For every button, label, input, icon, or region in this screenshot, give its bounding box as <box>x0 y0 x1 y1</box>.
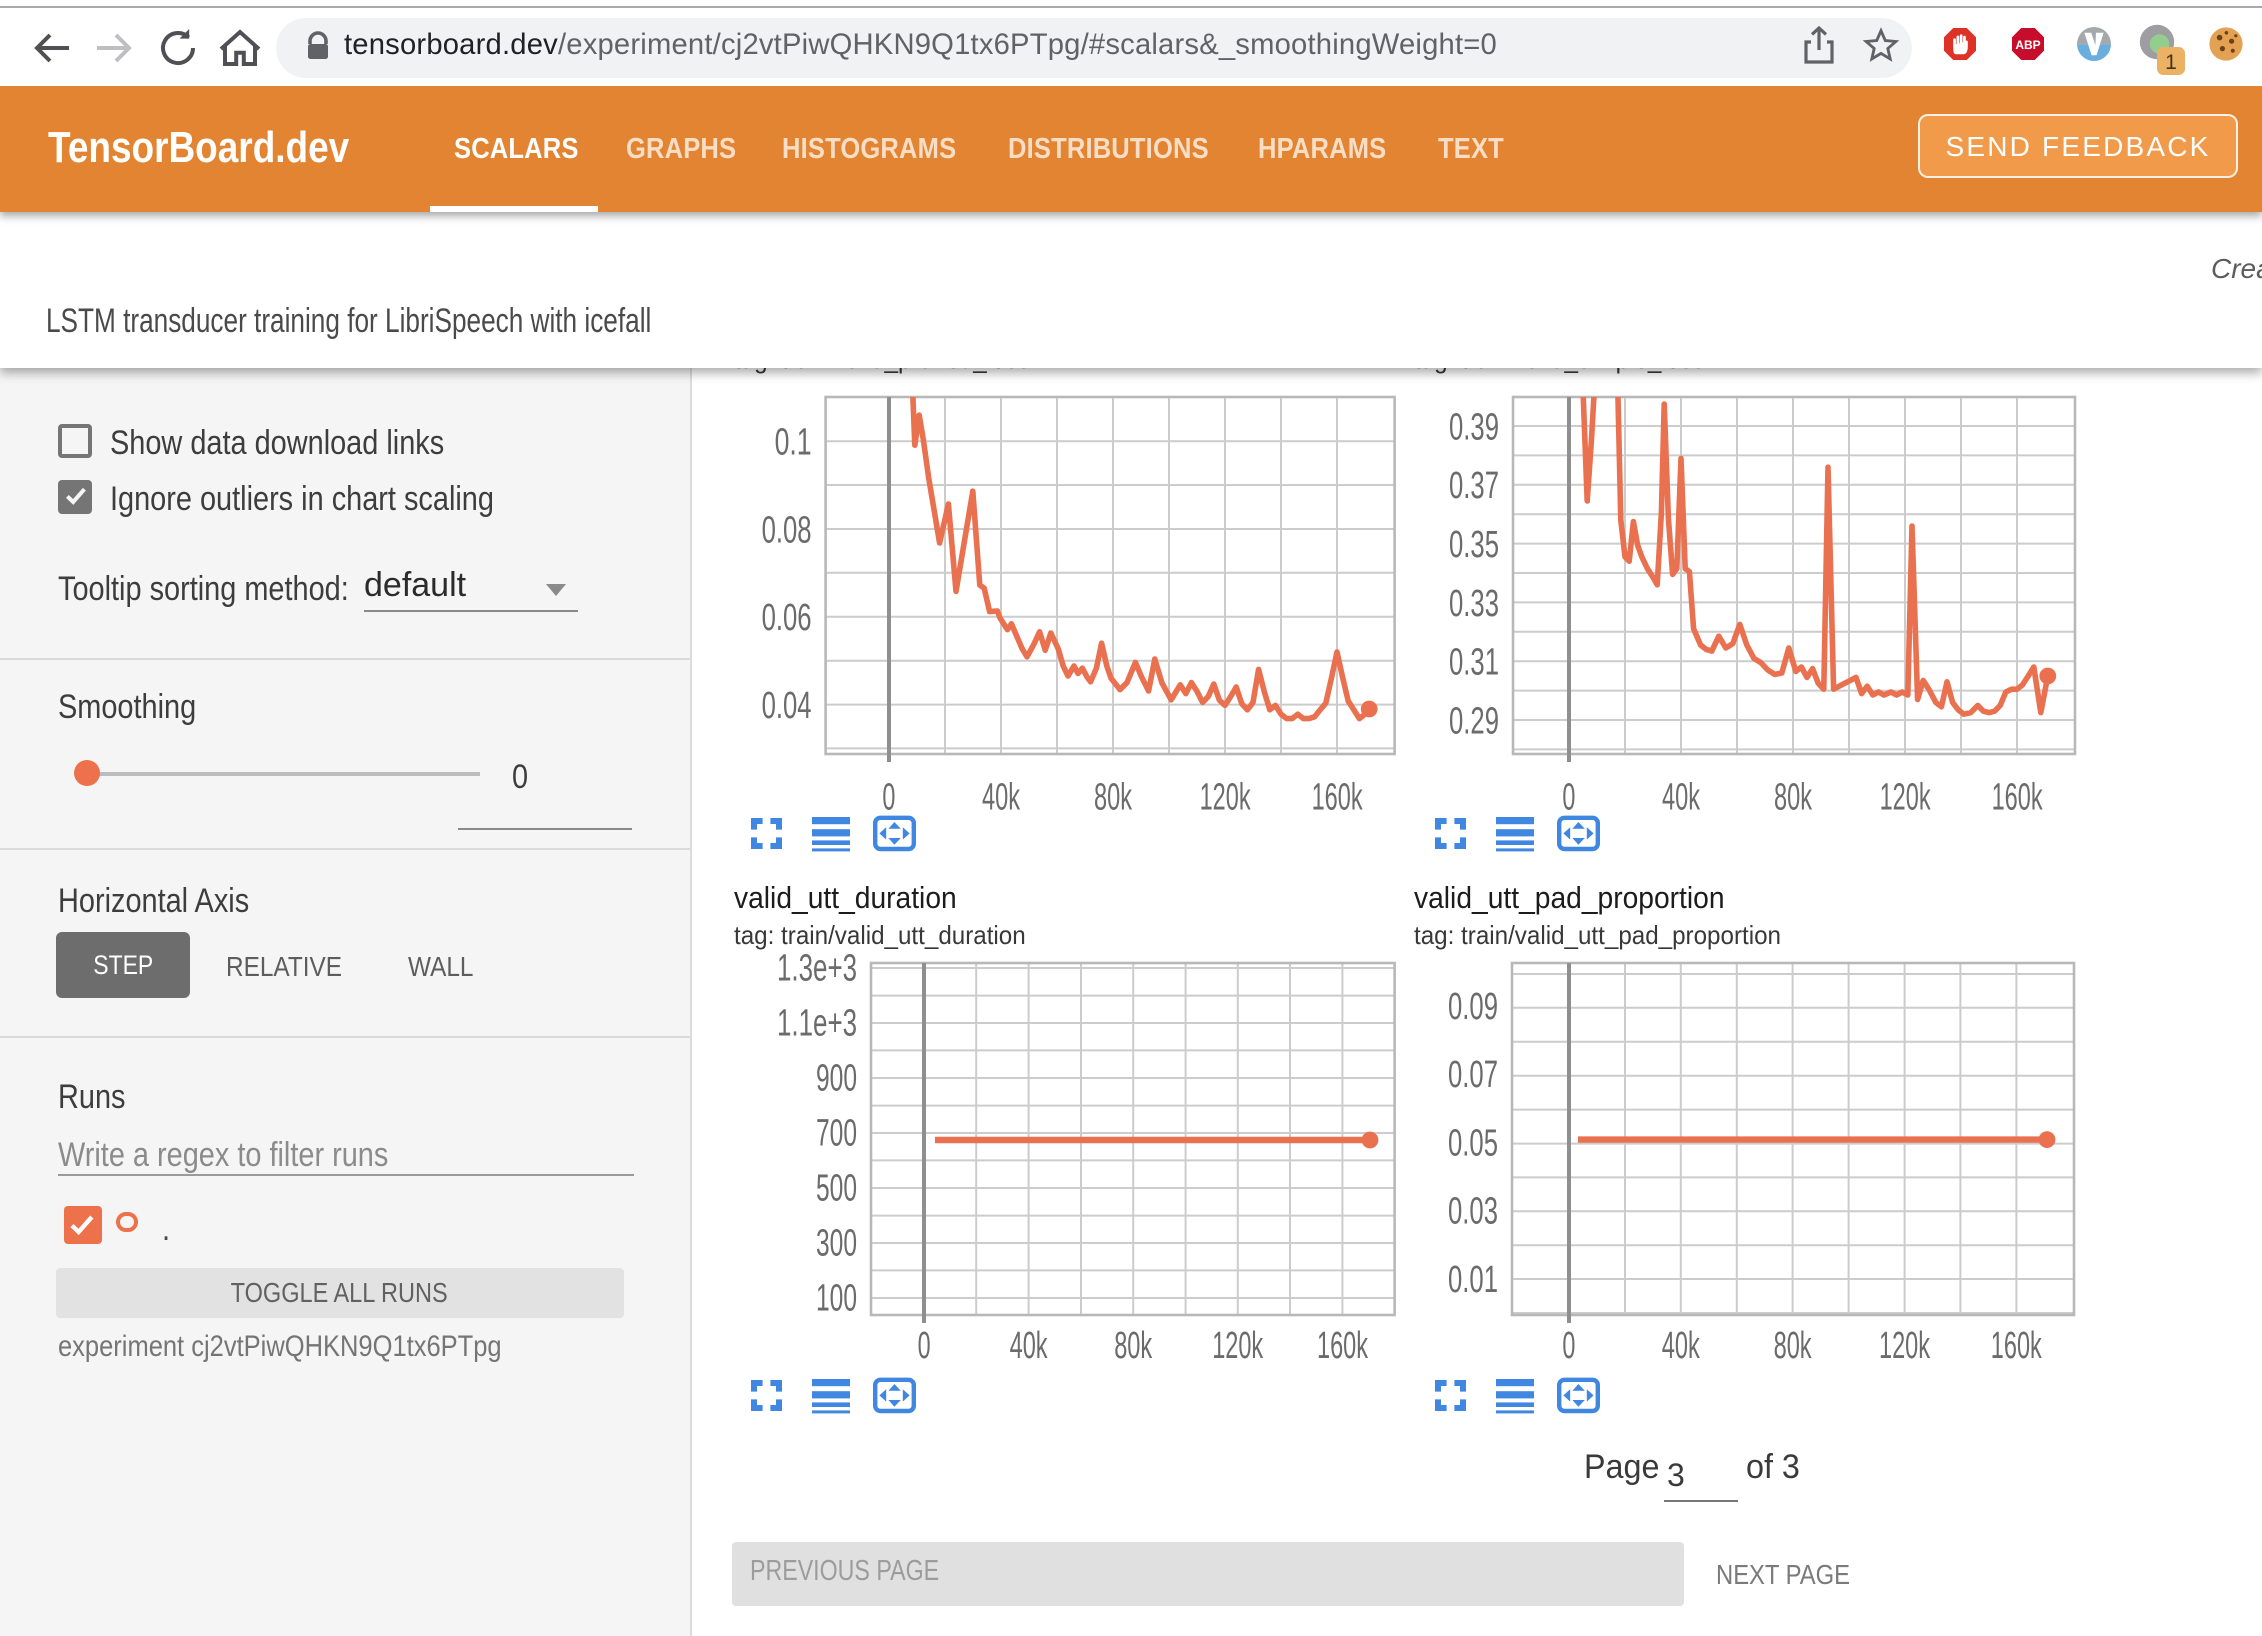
svg-text:ABP: ABP <box>2015 38 2040 52</box>
svg-text:1: 1 <box>2165 51 2177 74</box>
